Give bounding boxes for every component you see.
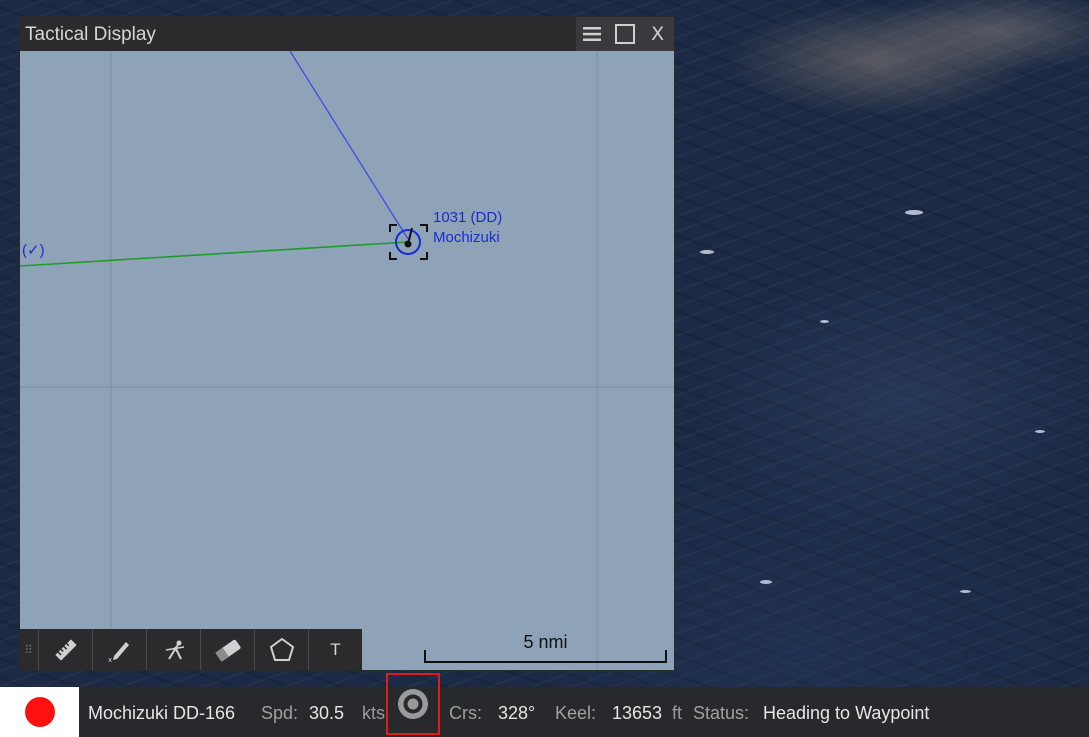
scale-bar: 5 nmi xyxy=(424,630,667,664)
compass-icon xyxy=(165,640,184,660)
polygon-tool[interactable] xyxy=(254,629,308,670)
nation-flag xyxy=(0,687,79,737)
ocean-foam xyxy=(700,250,714,254)
heading-line xyxy=(289,51,409,240)
grip-handle[interactable]: ⠿ xyxy=(20,629,38,670)
course-key: Crs: xyxy=(449,703,482,723)
status-key: Status: xyxy=(693,703,750,723)
speed-unit: kts xyxy=(362,703,386,723)
keel-value: 13653 xyxy=(612,703,663,723)
pencil-icon: x xyxy=(108,641,129,663)
unit-id-label: 1031 (DD) xyxy=(433,209,503,226)
ocean-foam xyxy=(905,210,923,215)
waypoint-marker[interactable]: (✓) xyxy=(22,241,45,261)
maximize-icon[interactable] xyxy=(613,22,637,46)
eraser-icon xyxy=(214,639,240,662)
drawing-toolbar: ⠿ x T xyxy=(20,629,362,670)
scale-line xyxy=(424,650,667,663)
course-value: 328° xyxy=(498,703,536,723)
window-title: Tactical Display xyxy=(25,24,156,45)
speed-key: Spd: xyxy=(261,703,299,723)
track-target-button[interactable] xyxy=(386,673,440,735)
keel-unit: ft xyxy=(672,703,683,723)
eraser-tool[interactable] xyxy=(200,629,254,670)
text-tool[interactable]: T xyxy=(308,629,362,670)
ruler-icon xyxy=(54,638,77,661)
window-controls: X xyxy=(576,17,674,51)
status-value: Heading to Waypoint xyxy=(763,703,930,723)
svg-text:x: x xyxy=(108,656,112,663)
unit-name[interactable]: Mochizuki DD-166 xyxy=(88,703,235,724)
ocean-foam xyxy=(760,580,772,584)
window-titlebar[interactable]: Tactical Display X xyxy=(20,17,674,51)
keel-key: Keel: xyxy=(555,703,597,723)
unit-name-label: Mochizuki xyxy=(433,229,500,246)
tactical-display-window[interactable]: Tactical Display X 1031 (DD) Mochizuki (… xyxy=(20,17,674,670)
tactical-map[interactable]: 1031 (DD) Mochizuki (✓) xyxy=(20,51,674,670)
unit-status-bar: Mochizuki DD-166 Spd: 30.5 kts Crs: 328°… xyxy=(0,687,1089,737)
flag-sun-icon xyxy=(24,697,55,727)
compass-tool[interactable] xyxy=(146,629,200,670)
close-button[interactable]: X xyxy=(646,22,670,46)
speed-value: 30.5 xyxy=(309,703,345,723)
target-icon xyxy=(398,689,428,719)
pentagon-icon xyxy=(269,637,294,661)
ruler-tool[interactable] xyxy=(38,629,92,670)
ocean-foam xyxy=(960,590,971,593)
menu-icon[interactable] xyxy=(580,22,604,46)
ocean-foam xyxy=(820,320,829,323)
unit-symbol-mochizuki xyxy=(389,224,428,260)
pen-tool[interactable]: x xyxy=(92,629,146,670)
ocean-foam xyxy=(1035,430,1045,433)
map-canvas xyxy=(20,51,674,670)
unit-label[interactable]: 1031 (DD) Mochizuki xyxy=(433,208,502,248)
waypoint-route-line xyxy=(20,241,409,267)
